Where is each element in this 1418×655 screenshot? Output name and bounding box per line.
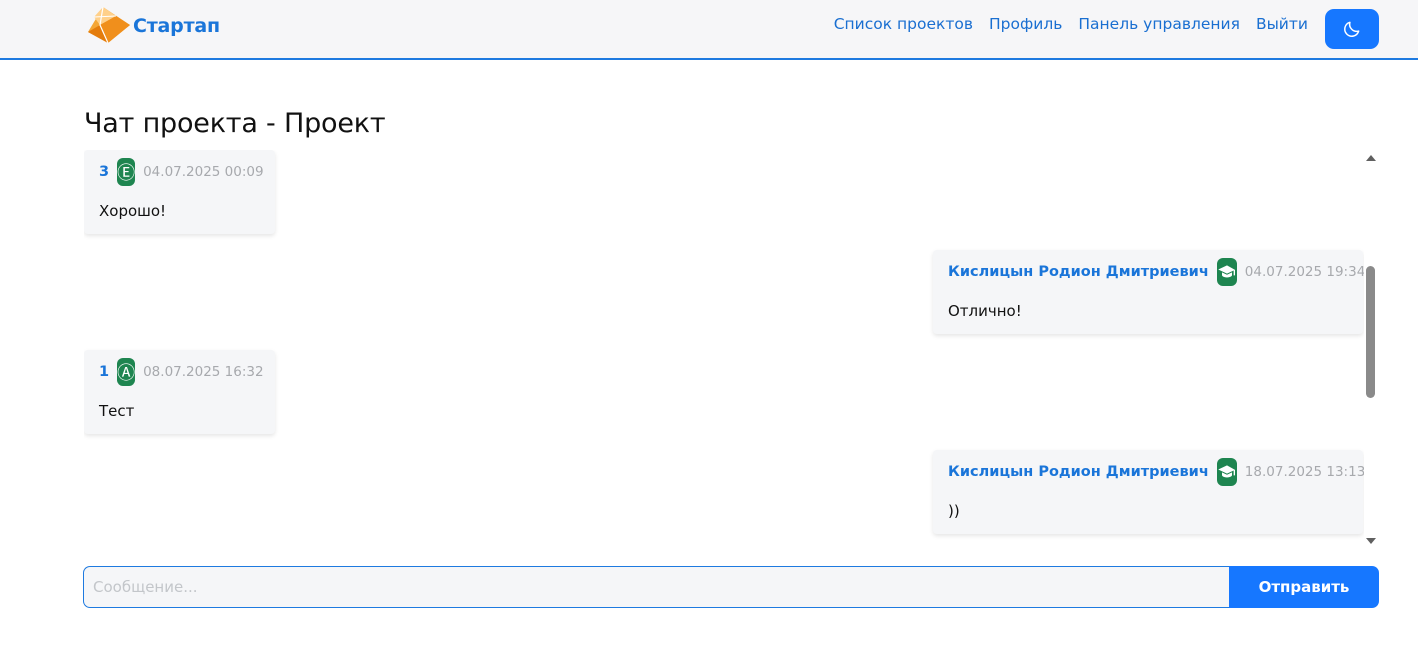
message-author[interactable]: Кислицын Родион Дмитриевич: [948, 464, 1209, 480]
message-item: Кислицын Родион Дмитриевич 04.07.2025 19…: [933, 250, 1365, 334]
letter-a-icon: Ⓐ: [117, 358, 136, 386]
message-time: 04.07.2025 00:09: [143, 164, 264, 180]
scroll-thumb[interactable]: [1366, 266, 1375, 398]
brand-name: Стартап: [133, 15, 220, 37]
message-text: )): [948, 502, 960, 520]
message-header: 1 Ⓐ 08.07.2025 16:32: [99, 350, 264, 392]
nav-link-dashboard[interactable]: Панель управления: [1078, 15, 1240, 33]
message-text: Хорошо!: [99, 202, 167, 220]
message-composer: Отправить: [83, 566, 1379, 608]
message-input[interactable]: [83, 566, 1229, 608]
message-item: 1 Ⓐ 08.07.2025 16:32 Тест: [84, 350, 275, 434]
nav-links: Список проектов Профиль Панель управлени…: [834, 15, 1308, 33]
message-author[interactable]: 3: [99, 164, 109, 180]
letter-e-icon: Ⓔ: [117, 158, 136, 186]
message-item: Кислицын Родион Дмитриевич 18.07.2025 13…: [933, 450, 1365, 534]
graduation-cap-icon: [1216, 258, 1237, 286]
brand-logo-icon: [88, 6, 130, 44]
navbar: Стартап Список проектов Профиль Панель у…: [0, 0, 1418, 60]
message-header: 3 Ⓔ 04.07.2025 00:09: [99, 150, 264, 192]
message-text: Тест: [99, 402, 135, 420]
graduation-cap-icon: [1216, 458, 1237, 486]
chat-messages: 3 Ⓔ 04.07.2025 00:09 Хорошо! Кислицын Ро…: [84, 150, 1380, 548]
scroll-down-arrow-icon[interactable]: [1366, 538, 1376, 544]
message-time: 08.07.2025 16:32: [143, 364, 264, 380]
message-author[interactable]: Кислицын Родион Дмитриевич: [948, 264, 1209, 280]
nav-link-logout[interactable]: Выйти: [1256, 15, 1308, 33]
message-header: Кислицын Родион Дмитриевич 18.07.2025 13…: [948, 450, 1365, 492]
chat-scrollbar[interactable]: [1364, 150, 1378, 548]
send-button[interactable]: Отправить: [1229, 566, 1379, 608]
message-header: Кислицын Родион Дмитриевич 04.07.2025 19…: [948, 250, 1365, 292]
theme-toggle-button[interactable]: [1325, 9, 1379, 49]
message-time: 18.07.2025 13:13: [1244, 464, 1366, 480]
scroll-up-arrow-icon[interactable]: [1366, 155, 1376, 161]
message-item: 3 Ⓔ 04.07.2025 00:09 Хорошо!: [84, 150, 275, 234]
moon-icon: [1344, 21, 1360, 37]
message-time: 04.07.2025 19:34: [1244, 264, 1366, 280]
message-text: Отлично!: [948, 302, 1022, 320]
brand-link[interactable]: Стартап: [86, 5, 220, 47]
page-title: Чат проекта - Проект: [84, 108, 386, 139]
nav-link-projects[interactable]: Список проектов: [834, 15, 973, 33]
nav-link-profile[interactable]: Профиль: [989, 15, 1062, 33]
message-author[interactable]: 1: [99, 364, 109, 380]
